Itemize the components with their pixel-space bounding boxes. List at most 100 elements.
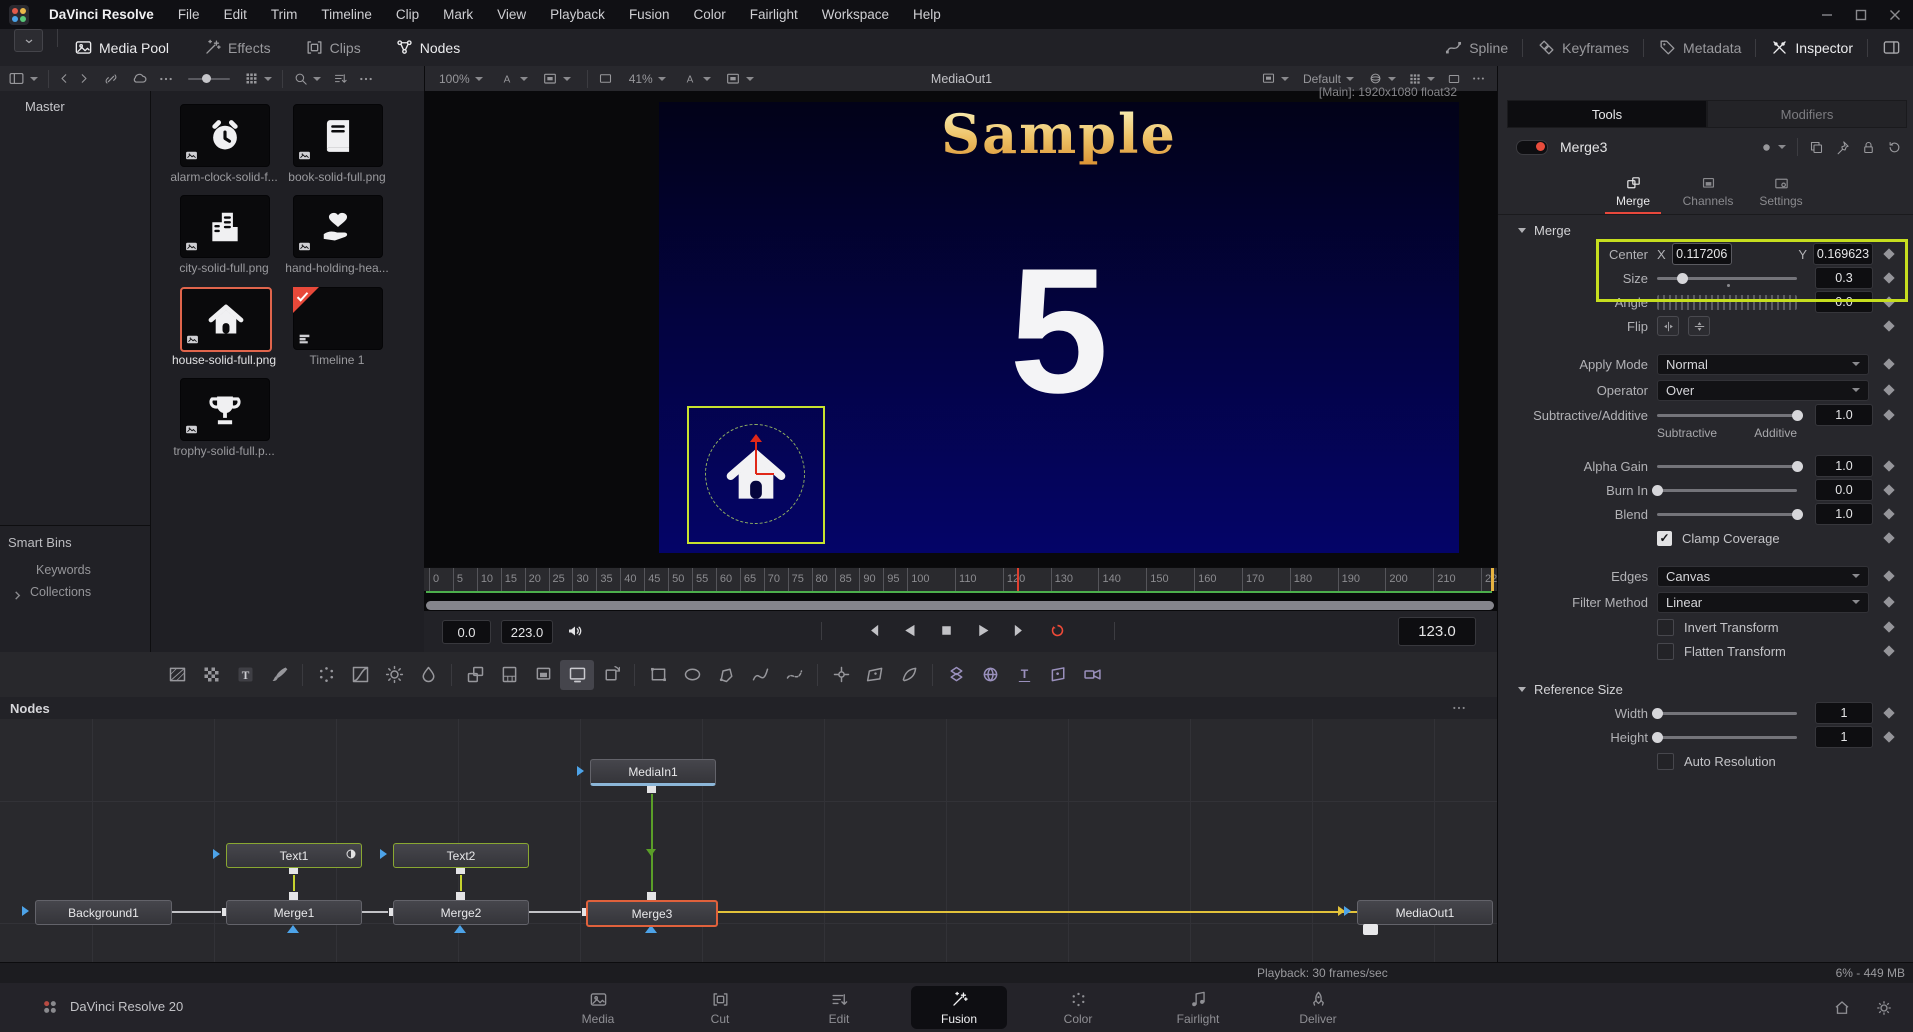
workspace-toggle-button[interactable] — [14, 29, 43, 52]
keyframe-diamond-icon[interactable] — [1883, 621, 1894, 632]
clip-thumbnail-city[interactable] — [180, 195, 270, 258]
tool-color-corrector[interactable] — [309, 660, 343, 690]
tab-tools[interactable]: Tools — [1507, 100, 1707, 128]
arrl[interactable] — [57, 71, 72, 86]
node-enable-toggle[interactable] — [1516, 140, 1548, 155]
viewer-image[interactable]: Sample 5 — [659, 102, 1459, 553]
keyframe-diamond-icon[interactable] — [1883, 731, 1894, 742]
menu-item-fairlight[interactable]: Fairlight — [738, 7, 810, 22]
skip-end-button[interactable] — [1012, 622, 1029, 639]
tool-bspline-mask[interactable] — [743, 660, 777, 690]
overlay-mode-select[interactable]: Default — [1303, 72, 1354, 86]
blend-slider[interactable] — [1657, 513, 1797, 516]
keyframe-diamond-icon[interactable] — [1883, 272, 1894, 283]
center-y-field[interactable]: 0.169623 — [1813, 243, 1873, 265]
filter-method-select[interactable]: Linear — [1657, 592, 1869, 613]
menu-item-edit[interactable]: Edit — [212, 7, 259, 22]
menu-item-mark[interactable]: Mark — [431, 7, 485, 22]
alpha-gain-slider[interactable] — [1657, 465, 1797, 468]
boxsq[interactable] — [542, 71, 571, 87]
node-merge2[interactable]: Merge2 — [393, 900, 529, 925]
collections-chevron-icon[interactable] — [13, 587, 22, 605]
slider-handle[interactable] — [1792, 461, 1803, 472]
lettera[interactable]: A — [682, 71, 711, 87]
subtab-settings[interactable]: Settings — [1746, 175, 1816, 208]
node-text2[interactable]: Text2 — [393, 843, 529, 868]
dots[interactable] — [158, 71, 174, 87]
tool-merge[interactable] — [458, 660, 492, 690]
tool-planar-tracker[interactable] — [858, 660, 892, 690]
keyframe-diamond-icon[interactable] — [1883, 248, 1894, 259]
tool-stylize[interactable] — [892, 660, 926, 690]
node-mediain1[interactable]: MediaIn1 — [590, 759, 716, 786]
tool-rectangle-mask[interactable] — [641, 660, 675, 690]
keyframe-diamond-icon[interactable] — [1883, 409, 1894, 420]
toolbar-button-nodes[interactable]: Nodes — [395, 29, 460, 66]
boxsq[interactable] — [1261, 71, 1289, 86]
version-color-select[interactable] — [1760, 141, 1786, 154]
viewer-zoom-left[interactable]: 100% — [439, 72, 483, 86]
viewer-panel[interactable]: [Main]: 1920x1080 float32 Sample 5 — [424, 91, 1498, 611]
app-logo-icon[interactable] — [9, 5, 29, 25]
subtractive-additive-slider[interactable] — [1657, 414, 1797, 417]
grid[interactable] — [244, 71, 272, 86]
stop-button[interactable] — [938, 622, 955, 639]
flip-vertical-button[interactable] — [1688, 316, 1710, 336]
slider-handle[interactable] — [1652, 708, 1663, 719]
window-close-icon[interactable] — [1889, 9, 1901, 21]
slider-handle[interactable] — [1792, 410, 1803, 421]
thumbnail-size-slider[interactable] — [188, 78, 230, 80]
transform-selection-box[interactable] — [687, 406, 825, 544]
section-header-reference-size[interactable]: Reference Size — [1498, 677, 1913, 701]
tool-camera-3d[interactable] — [1075, 660, 1109, 690]
menu-item-playback[interactable]: Playback — [538, 7, 617, 22]
value-field[interactable]: 1.0 — [1815, 404, 1873, 426]
flatten-transform-checkbox[interactable] — [1657, 643, 1674, 660]
panel[interactable] — [8, 70, 38, 87]
toolbar-button-media-pool[interactable]: Media Pool — [74, 29, 169, 66]
sort[interactable] — [333, 71, 348, 86]
width-slider[interactable] — [1657, 712, 1797, 715]
slider-handle[interactable] — [1792, 509, 1803, 520]
arrr[interactable] — [76, 71, 91, 86]
range-end-field[interactable]: 223.0 — [501, 620, 553, 644]
tool-transform[interactable] — [594, 660, 628, 690]
auto-resolution-checkbox[interactable] — [1657, 753, 1674, 770]
window-maximize-icon[interactable] — [1855, 9, 1867, 21]
recto[interactable] — [1447, 72, 1461, 86]
dots[interactable] — [358, 71, 374, 87]
node-merge3[interactable]: Merge3 — [586, 900, 718, 927]
toolbar-button-metadata[interactable]: Metadata — [1658, 38, 1741, 57]
toolbar-button-spline[interactable]: Spline — [1444, 38, 1508, 57]
slider-handle[interactable] — [1652, 485, 1663, 496]
tool-media-out[interactable] — [560, 660, 594, 690]
menu-item-fusion[interactable]: Fusion — [617, 7, 682, 22]
link[interactable] — [103, 71, 119, 87]
panel-toggle-icon[interactable] — [1882, 38, 1901, 57]
tool-text-3d[interactable]: T — [1007, 660, 1041, 690]
height-slider[interactable] — [1657, 736, 1797, 739]
toolbar-button-keyframes[interactable]: Keyframes — [1537, 38, 1629, 57]
timeline-ruler[interactable]: 0510152025303540455055606570758085909510… — [424, 567, 1503, 591]
lock-icon[interactable] — [1861, 140, 1876, 155]
play-button[interactable] — [975, 622, 992, 639]
tool-matte-control[interactable] — [492, 660, 526, 690]
play-reverse-button[interactable] — [901, 622, 918, 639]
keyframe-diamond-icon[interactable] — [1883, 532, 1894, 543]
menu-item-file[interactable]: File — [166, 7, 212, 22]
tool-shape-3d[interactable] — [973, 660, 1007, 690]
bin-master[interactable]: Master — [25, 99, 65, 114]
page-tab-color[interactable]: Color — [1030, 986, 1126, 1029]
menu-item-view[interactable]: View — [485, 7, 538, 22]
tool-polygon-mask[interactable] — [709, 660, 743, 690]
menu-item-workspace[interactable]: Workspace — [810, 7, 901, 22]
subtab-merge[interactable]: Merge — [1598, 175, 1668, 214]
dots[interactable] — [1471, 71, 1486, 86]
clip-thumbnail-handheart[interactable] — [293, 195, 383, 258]
clip-thumbnail-alarm[interactable] — [180, 104, 270, 167]
keyframe-diamond-icon[interactable] — [1883, 484, 1894, 495]
tool-ellipse-mask[interactable] — [675, 660, 709, 690]
toolbar-button-effects[interactable]: Effects — [203, 29, 271, 66]
tool-background[interactable] — [160, 660, 194, 690]
playhead[interactable] — [1017, 568, 1019, 591]
